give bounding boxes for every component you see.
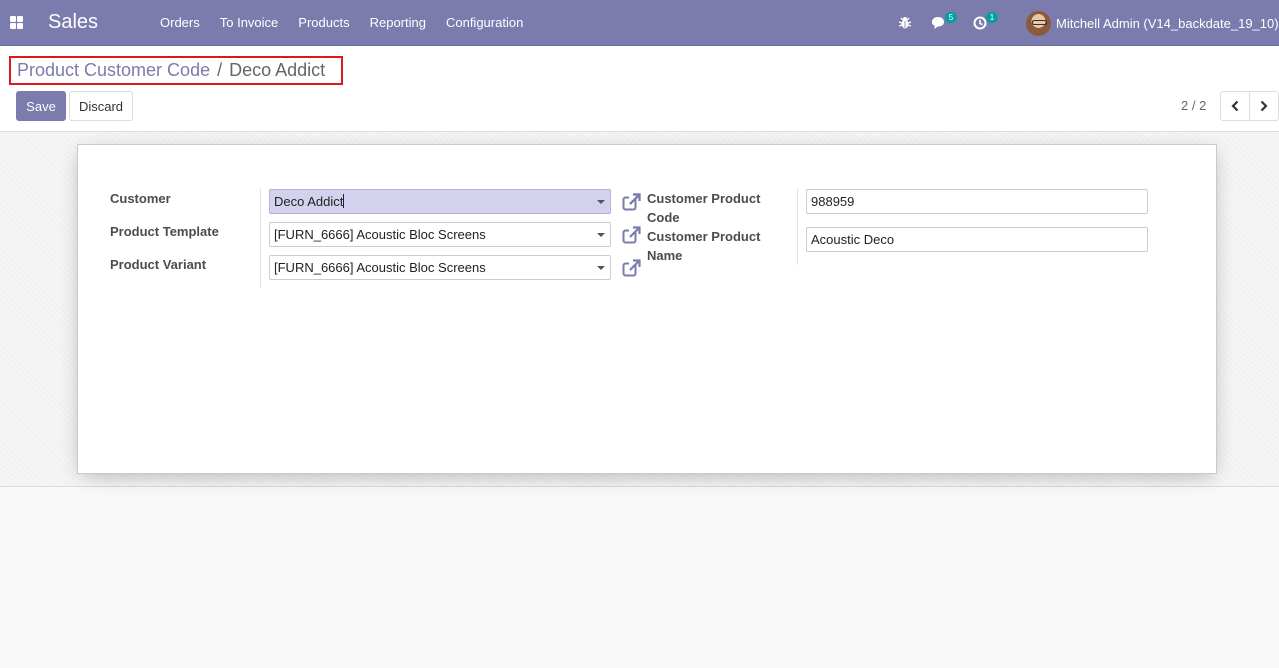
customer-product-name-label-line2: Name [647,248,683,263]
pager-previous-button[interactable] [1220,91,1250,121]
user-avatar [1026,10,1051,36]
breadcrumb-current: Deco Addict [229,60,326,80]
activities-clock-icon[interactable] [973,0,987,46]
menu-item-products[interactable]: Products [288,0,359,46]
customer-value: Deco Addict [274,194,344,209]
breadcrumb-parent-link[interactable]: Product Customer Code [17,60,210,81]
product-template-external-link-icon[interactable] [622,225,642,245]
control-panel: Product Customer Code / Deco Addict Save… [0,46,1279,132]
breadcrumb-separator: / [217,60,223,80]
product-variant-label: Product Variant [110,257,207,272]
pager-value[interactable]: 2 / 2 [1181,98,1206,113]
product-variant-value: [FURN_6666] Acoustic Bloc Screens [274,260,486,275]
caret-down-icon[interactable] [597,266,605,270]
customer-product-code-input[interactable]: 988959 [806,189,1148,214]
pager-next-button[interactable] [1249,91,1279,121]
left-group-divider [260,189,261,288]
customer-label: Customer [110,191,171,206]
chevron-left-icon [1231,100,1239,112]
main-menu: Orders To Invoice Products Reporting Con… [150,0,533,46]
discard-button[interactable]: Discard [69,91,133,121]
caret-down-icon[interactable] [597,233,605,237]
product-variant-select[interactable]: [FURN_6666] Acoustic Bloc Screens [269,255,611,280]
save-button[interactable]: Save [16,91,66,121]
messages-chat-icon[interactable] [931,0,947,46]
product-template-value: [FURN_6666] Acoustic Bloc Screens [274,227,486,242]
product-template-select[interactable]: [FURN_6666] Acoustic Bloc Screens [269,222,611,247]
app-name[interactable]: Sales [48,11,98,34]
customer-product-code-label: Customer Product Code [647,189,760,227]
messages-count-badge: 5 [945,12,957,23]
chevron-right-icon [1260,100,1268,112]
customer-product-name-label-line1: Customer Product [647,229,761,244]
debug-bug-icon[interactable] [898,0,912,46]
top-navbar: Sales Orders To Invoice Products Reporti… [0,0,1279,46]
text-cursor [343,194,345,208]
right-group-divider [797,189,798,265]
user-name: Mitchell Admin (V14_backdate_19_10) [1056,15,1279,31]
breadcrumb: Product Customer Code / Deco Addict [9,56,343,85]
menu-item-to-invoice[interactable]: To Invoice [210,0,289,46]
menu-item-orders[interactable]: Orders [150,0,210,46]
menu-item-reporting[interactable]: Reporting [360,0,436,46]
customer-select[interactable]: Deco Addict [269,189,611,214]
apps-menu-icon[interactable] [10,16,23,29]
customer-external-link-icon[interactable] [622,192,642,212]
user-menu[interactable]: Mitchell Admin (V14_backdate_19_10) [1026,0,1279,46]
activities-count-badge: 1 [986,12,998,23]
customer-product-code-label-line1: Customer Product [647,191,761,206]
product-variant-external-link-icon[interactable] [622,258,642,278]
customer-product-name-input[interactable]: Acoustic Deco [806,227,1148,252]
product-template-label: Product Template [110,224,219,239]
form-sheet: Customer Product Template Product Varian… [77,144,1217,474]
customer-product-name-label: Customer Product Name [647,227,760,265]
customer-product-code-label-line2: Code [647,210,680,225]
caret-down-icon[interactable] [597,200,605,204]
menu-item-configuration[interactable]: Configuration [436,0,533,46]
